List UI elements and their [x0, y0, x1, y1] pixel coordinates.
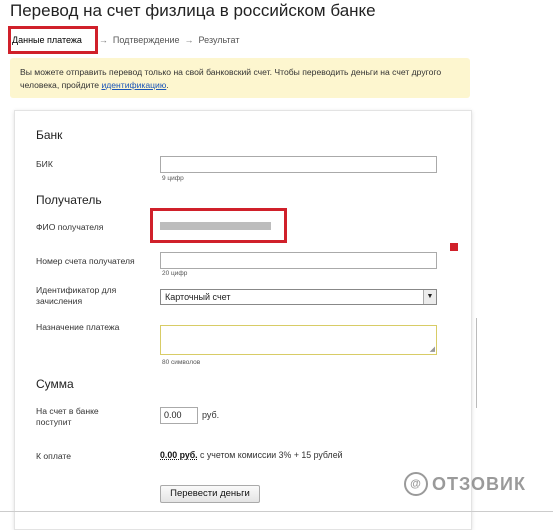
recipient-section-title: Получатель [36, 193, 102, 207]
resize-grip-icon[interactable]: ◢ [430, 346, 435, 353]
watermark-text: ОТЗОВИК [432, 473, 526, 494]
pay-summary: 0.00 руб. с учетом комиссии 3% + 15 рубл… [160, 450, 343, 460]
sum-section-title: Сумма [36, 377, 74, 391]
identifier-selected-value: Карточный счет [165, 292, 231, 302]
chevron-down-icon[interactable]: ▼ [423, 290, 436, 304]
bank-section-title: Банк [36, 128, 63, 142]
breadcrumb-steps: Данные платежа → Подтверждение → Результ… [12, 31, 239, 49]
account-number-label: Номер счета получателя [36, 256, 135, 266]
receive-amount-label: На счет в банке поступит [36, 406, 99, 427]
step-confirmation: Подтверждение [112, 35, 180, 45]
purpose-hint: 80 символов [162, 359, 201, 366]
bottom-divider [0, 511, 553, 512]
otzovik-watermark: @ ОТЗОВИК [404, 472, 526, 496]
transfer-money-button[interactable]: Перевести деньги [160, 485, 260, 503]
currency-unit: руб. [202, 410, 220, 420]
arrow-right-icon: → [98, 35, 108, 45]
receive-amount-input[interactable]: 0.00 [160, 407, 198, 424]
red-marker [450, 243, 458, 251]
pay-label: К оплате [36, 451, 72, 461]
pay-amount: 0.00 руб. [160, 450, 198, 460]
pay-commission-note: с учетом комиссии 3% + 15 рублей [200, 450, 343, 460]
identification-link[interactable]: идентификацию [101, 80, 166, 90]
otzovik-logo-icon: @ [404, 472, 428, 496]
identifier-label: Идентификатор для зачисления [36, 285, 117, 306]
step-payment-data: Данные платежа [12, 35, 82, 45]
notice-end: . [166, 80, 169, 90]
notice-text: Вы можете отправить перевод только на св… [20, 67, 442, 90]
identification-notice: Вы можете отправить перевод только на св… [10, 58, 470, 98]
step-result: Результат [198, 35, 240, 45]
purpose-label: Назначение платежа [36, 322, 120, 332]
bik-hint: 9 цифр [162, 175, 184, 182]
side-bracket [476, 318, 485, 408]
recipient-name-value [160, 222, 271, 230]
account-number-input[interactable] [160, 252, 437, 269]
page-title: Перевод на счет физлица в российском бан… [10, 1, 376, 20]
bik-label: БИК [36, 159, 53, 169]
account-number-hint: 20 цифр [162, 270, 188, 277]
purpose-textarea[interactable]: ◢ [160, 325, 437, 355]
payment-form-card [14, 110, 472, 530]
recipient-name-label: ФИО получателя [36, 222, 104, 232]
arrow-right-icon: → [184, 35, 194, 45]
identifier-select[interactable]: Карточный счет ▼ [160, 289, 437, 305]
bik-input[interactable] [160, 156, 437, 173]
